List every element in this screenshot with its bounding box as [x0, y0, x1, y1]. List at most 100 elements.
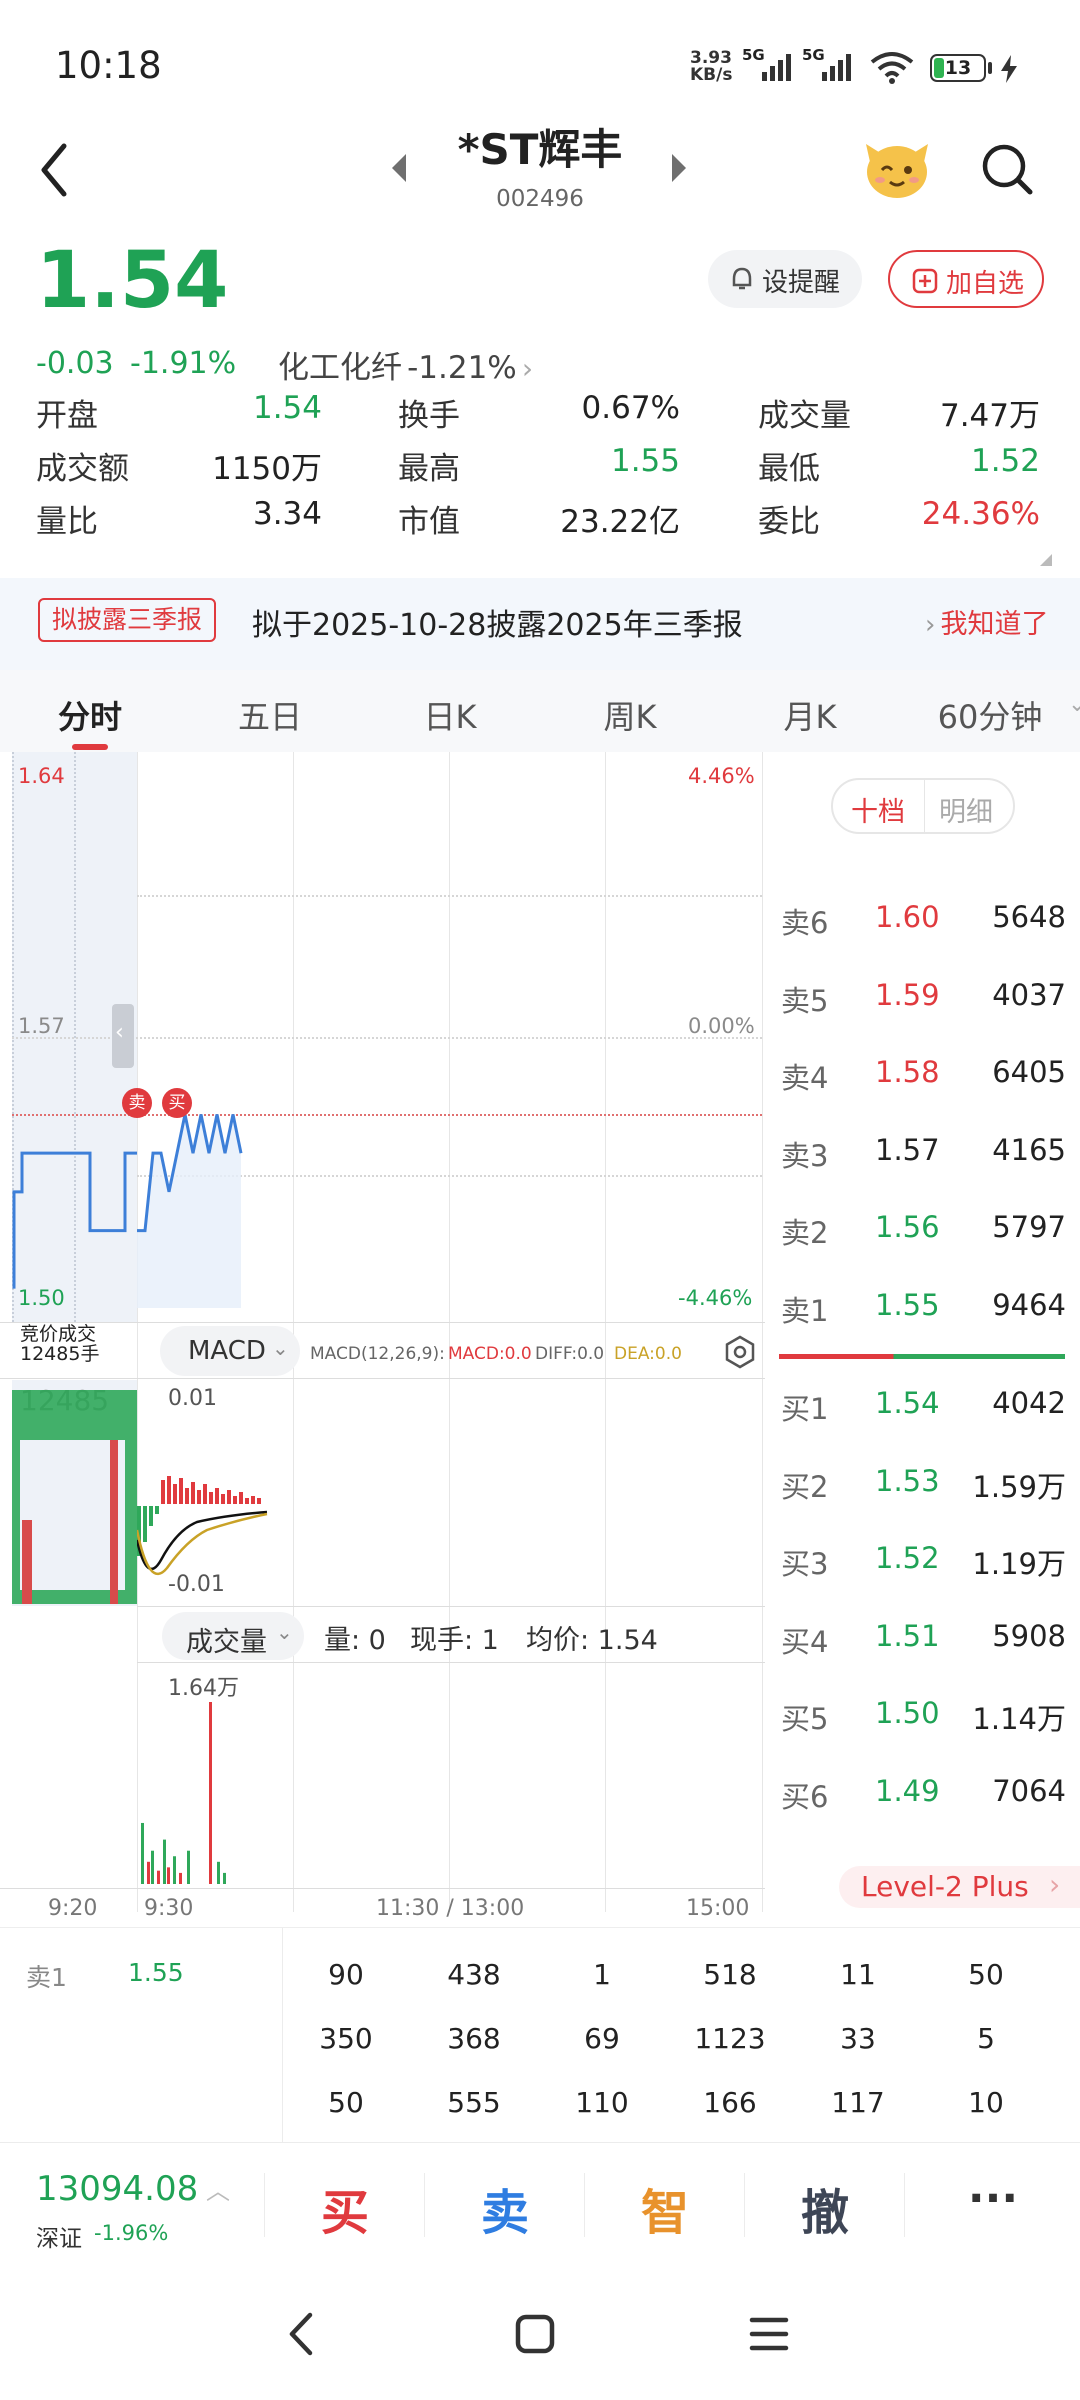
orderbook-row[interactable]: 买6 1.49 7064: [765, 1768, 1080, 1818]
orderbook-row[interactable]: 买4 1.51 5908: [765, 1613, 1080, 1663]
orderbook-row[interactable]: 买3 1.52 1.19万: [765, 1535, 1080, 1585]
chevron-right-icon: ›: [1049, 1868, 1061, 1901]
orderbook-row[interactable]: 卖4 1.58 6405: [765, 1049, 1080, 1099]
intraday-chart[interactable]: 1.64 1.57 1.50 4.46% 0.00% -4.46% ‹ 卖 买 …: [0, 752, 765, 1927]
tab-5[interactable]: 60分钟 ⌄: [910, 670, 1080, 752]
tab-4[interactable]: 月K: [730, 670, 890, 752]
volume-bar: [157, 1870, 160, 1884]
tab-label: 日K: [423, 698, 477, 736]
trade-cell: 166: [703, 2086, 757, 2119]
more-button[interactable]: ···: [906, 2143, 1080, 2268]
auction-bars: [12, 1390, 137, 1604]
settings-icon[interactable]: [722, 1334, 758, 1370]
orderbook-row[interactable]: 卖1 1.55 9464: [765, 1282, 1080, 1332]
clock: 10:18: [55, 44, 162, 87]
orderbook-volume: 5648: [992, 900, 1066, 934]
search-icon[interactable]: [980, 142, 1036, 198]
stat-value: 1.52: [970, 443, 1040, 479]
trade-cell: 110: [575, 2086, 629, 2119]
buy-marker[interactable]: 买: [162, 1088, 192, 1118]
tab-0[interactable]: 分时: [10, 670, 170, 752]
volume-bar: [151, 1850, 154, 1884]
mascot-icon[interactable]: [862, 134, 932, 204]
toolbar-divider-4: [904, 2173, 905, 2237]
orderbook-toggle: 十档 明细: [831, 778, 1015, 834]
stat-value: 1.54: [252, 390, 322, 426]
dismiss-banner[interactable]: › 我知道了: [925, 602, 1049, 641]
stat-label: 委比: [758, 504, 820, 540]
index-ticker[interactable]: 13094.08 ︿ 深证 -1.96%: [0, 2143, 262, 2268]
alert-button[interactable]: 设提醒: [708, 250, 862, 308]
trade-strip-label: 卖1: [26, 1963, 67, 1992]
macd-selector[interactable]: MACD ⌄: [160, 1326, 300, 1376]
tab-details[interactable]: 明细: [925, 780, 1013, 832]
nav-menu-icon[interactable]: [748, 2315, 790, 2353]
order-book: 十档 明细 卖6 1.60 5648 卖5 1.59 4037 卖4 1.58 6405 卖3 1.…: [765, 752, 1080, 1927]
pre-market-line: [12, 1151, 137, 1289]
add-icon: [912, 268, 938, 294]
trade-cell: 50: [328, 2086, 364, 2119]
trade-strip-price: 1.55: [128, 1958, 184, 1987]
battery-tip: [988, 62, 992, 74]
volume-avg-price: 均价: 1.54: [526, 1625, 658, 1656]
volume-bar: [167, 1867, 170, 1884]
sector-link[interactable]: 化工化纤 -1.21% ›: [278, 342, 533, 387]
chevron-down-icon: ⌄: [1068, 692, 1080, 717]
bottom-toolbar: 13094.08 ︿ 深证 -1.96% 买 卖 智 撤 ···: [0, 2142, 1080, 2267]
orderbook-row[interactable]: 买1 1.54 4042: [765, 1380, 1080, 1430]
watchlist-label: 加自选: [946, 269, 1025, 299]
sell-marker[interactable]: 卖: [122, 1088, 152, 1118]
current-price: 1.54: [36, 236, 229, 326]
orderbook-row[interactable]: 买2 1.53 1.59万: [765, 1458, 1080, 1508]
sell-button[interactable]: 卖: [426, 2143, 584, 2268]
orderbook-row[interactable]: 卖5 1.59 4037: [765, 972, 1080, 1022]
back-icon[interactable]: [36, 142, 72, 198]
orderbook-row[interactable]: 卖6 1.60 5648: [765, 894, 1080, 944]
cancel-order-button[interactable]: 撤: [746, 2143, 904, 2268]
buy-button[interactable]: 买: [266, 2143, 424, 2268]
tab-2[interactable]: 日K: [370, 670, 530, 752]
tab-3[interactable]: 周K: [550, 670, 710, 752]
trade-cell: 1123: [694, 2022, 766, 2055]
price-change-pct: -1.91%: [130, 346, 237, 381]
stat-value: 24.36%: [921, 496, 1040, 532]
orderbook-level: 买3: [781, 1547, 829, 1581]
orderbook-volume: 7064: [992, 1773, 1066, 1808]
level2-label: Level-2 Plus: [861, 1870, 1029, 1903]
tab-1[interactable]: 五日: [190, 670, 350, 752]
nav-home-icon[interactable]: [514, 2313, 556, 2355]
orderbook-row[interactable]: 卖3 1.57 4165: [765, 1127, 1080, 1177]
volume-bar: [187, 1850, 190, 1884]
battery-icon: 13: [930, 54, 986, 82]
orderbook-volume: 9464: [992, 1287, 1066, 1322]
macd-separator: [0, 1322, 765, 1323]
toolbar-divider-3: [744, 2173, 745, 2237]
add-watchlist-button[interactable]: 加自选: [888, 250, 1044, 308]
volume-selector[interactable]: 成交量 ⌄: [162, 1612, 304, 1660]
nav-back-icon[interactable]: [286, 2311, 316, 2357]
auction-label: 竞价成交: [20, 1323, 97, 1345]
trade-cell: 50: [968, 1958, 1004, 1991]
volume-now: 量: 0: [324, 1625, 386, 1656]
announcement-banner[interactable]: 拟披露三季报 拟于2025-10-28披露2025年三季报 › 我知道了: [0, 578, 1080, 670]
orderbook-level: 卖4: [781, 1061, 829, 1095]
stat-label: 成交量: [758, 398, 851, 434]
orderbook-row[interactable]: 卖2 1.56 5797: [765, 1204, 1080, 1254]
level2-link[interactable]: Level-2 Plus ›: [839, 1866, 1080, 1908]
volume-separator: [137, 1606, 765, 1607]
system-nav-bar: [0, 2267, 1080, 2400]
tab-ten-levels[interactable]: 十档: [833, 780, 925, 832]
volume-bar: [209, 1702, 212, 1884]
orderbook-ratio-bar: [779, 1354, 1065, 1359]
next-stock-icon[interactable]: [668, 152, 688, 184]
sell-label: 卖: [480, 2185, 529, 2241]
prev-stock-icon[interactable]: [390, 152, 410, 184]
auction-volume: 12485手: [20, 1343, 100, 1365]
net-speed-unit: KB/s: [690, 65, 733, 85]
chevron-down-icon: ⌄: [272, 1336, 289, 1360]
orderbook-row[interactable]: 买5 1.50 1.14万: [765, 1690, 1080, 1740]
trade-cell: 368: [447, 2022, 501, 2055]
volume-bar: [173, 1856, 176, 1884]
orderbook-volume: 4165: [992, 1132, 1066, 1167]
smart-button[interactable]: 智: [586, 2143, 744, 2268]
